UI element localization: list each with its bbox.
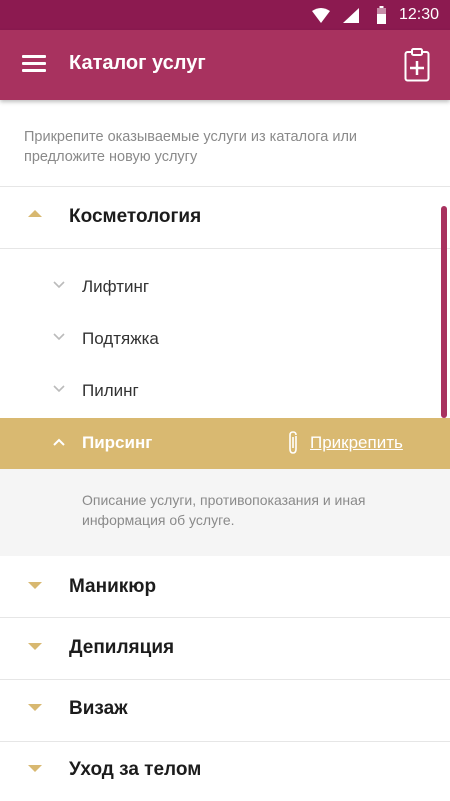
category-cosmetology[interactable]: Косметология bbox=[0, 188, 450, 248]
scrollbar[interactable] bbox=[441, 206, 447, 418]
expand-arrow-icon bbox=[28, 643, 42, 650]
signal-icon bbox=[343, 8, 359, 23]
category-body-care[interactable]: Уход за телом bbox=[0, 741, 450, 801]
expand-arrow-icon bbox=[28, 765, 42, 772]
service-description-panel: Описание услуги, противопоказания и иная… bbox=[0, 469, 450, 556]
category-label: Депиляция bbox=[69, 637, 175, 658]
category-depilation[interactable]: Депиляция bbox=[0, 619, 450, 679]
category-label: Маникюр bbox=[69, 576, 157, 597]
chevron-down-icon bbox=[53, 333, 65, 341]
divider bbox=[0, 617, 450, 618]
divider bbox=[0, 248, 450, 249]
service-item-piling[interactable]: Пилинг bbox=[0, 365, 430, 417]
status-bar: 12:30 bbox=[0, 0, 450, 30]
service-item-piercing[interactable]: Пирсинг Прикрепить bbox=[0, 418, 450, 469]
collapse-arrow-icon bbox=[28, 210, 42, 217]
category-label: Косметология bbox=[69, 206, 202, 227]
chevron-down-icon bbox=[53, 281, 65, 289]
service-label: Лифтинг bbox=[82, 277, 150, 296]
intro-text: Прикрепите оказываемые услуги из каталог… bbox=[24, 129, 358, 165]
battery-icon bbox=[377, 6, 386, 24]
service-label: Пирсинг bbox=[82, 433, 153, 452]
category-label: Уход за телом bbox=[69, 759, 202, 780]
status-time: 12:30 bbox=[398, 6, 439, 23]
wifi-icon bbox=[312, 8, 330, 23]
service-description: Описание услуги, противопоказания и иная… bbox=[82, 492, 366, 528]
chevron-up-icon bbox=[53, 438, 65, 446]
app-bar: Каталог услуг bbox=[0, 30, 450, 100]
expand-arrow-icon bbox=[28, 704, 42, 711]
attach-link[interactable]: Прикрепить bbox=[310, 433, 403, 453]
divider bbox=[0, 186, 450, 187]
expand-arrow-icon bbox=[28, 582, 42, 589]
category-vizazh[interactable]: Визаж bbox=[0, 680, 450, 740]
chevron-down-icon bbox=[53, 385, 65, 393]
add-service-clipboard-icon[interactable] bbox=[404, 48, 430, 82]
service-item-lifting[interactable]: Лифтинг bbox=[0, 261, 430, 313]
menu-icon[interactable] bbox=[22, 52, 46, 78]
category-label: Визаж bbox=[69, 698, 128, 719]
paperclip-icon[interactable] bbox=[286, 430, 300, 456]
service-item-podtyazhka[interactable]: Подтяжка bbox=[0, 313, 430, 365]
service-label: Пилинг bbox=[82, 381, 139, 400]
page-title: Каталог услуг bbox=[69, 52, 206, 74]
service-label: Подтяжка bbox=[82, 329, 159, 348]
category-manicure[interactable]: Маникюр bbox=[0, 558, 450, 618]
